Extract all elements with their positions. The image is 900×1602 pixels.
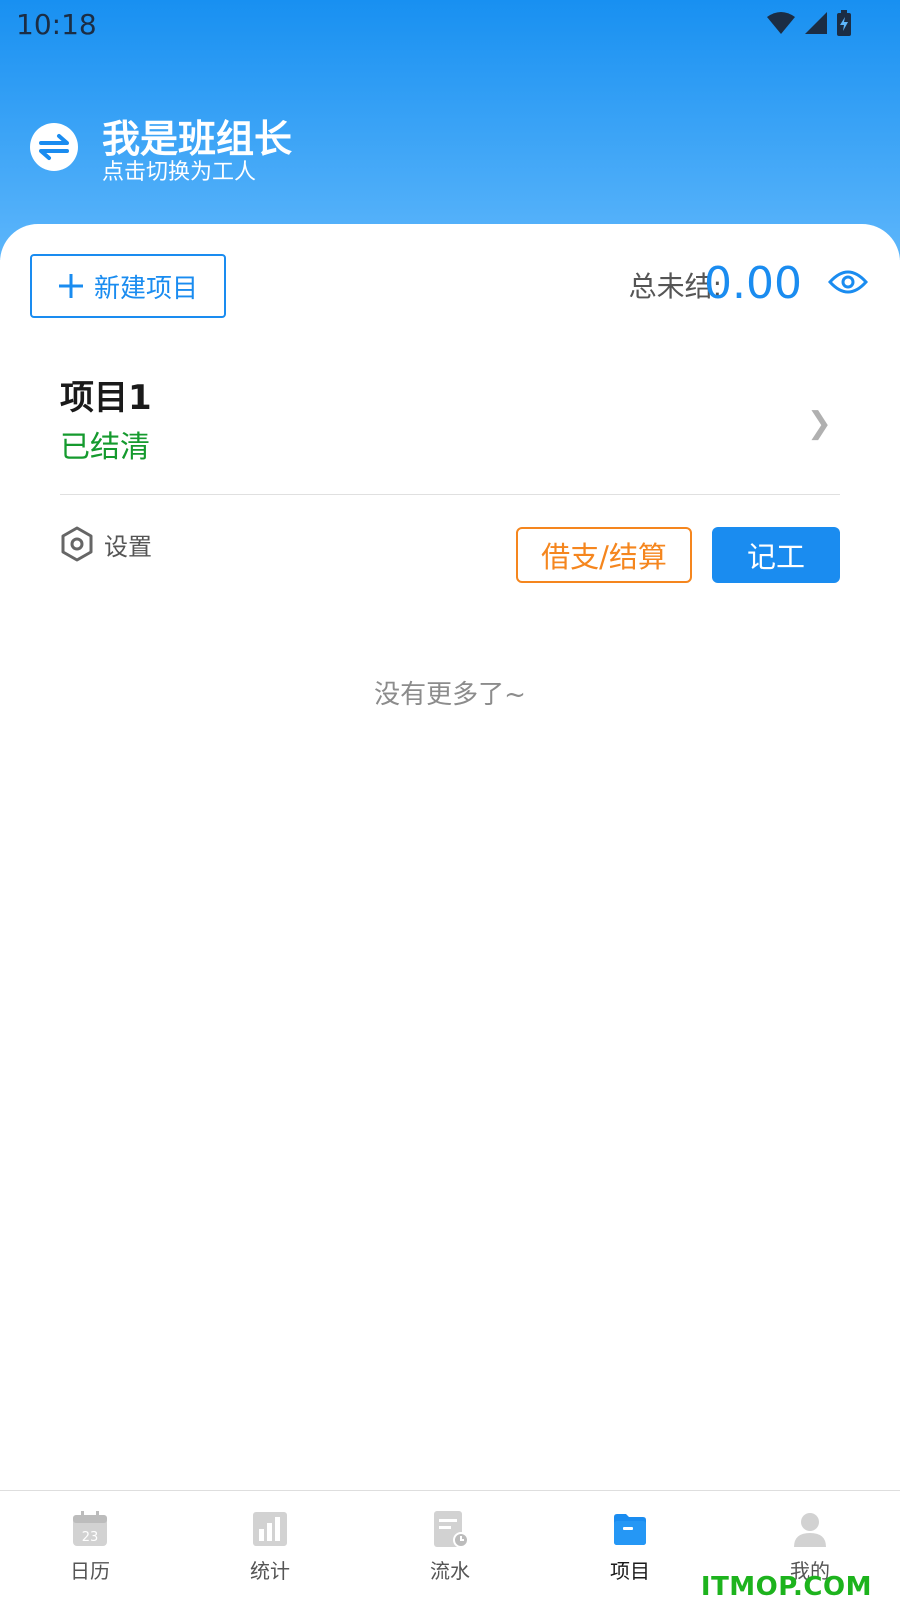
project-status: 已结清 <box>60 430 150 465</box>
total-unsettled-value: 0.00 <box>704 258 802 309</box>
divider <box>60 494 840 495</box>
toggle-visibility-button[interactable] <box>827 268 869 296</box>
swap-arrows-icon <box>39 134 69 160</box>
switch-role-button[interactable] <box>30 123 78 171</box>
record-work-button[interactable]: 记工 <box>712 527 840 583</box>
status-icons <box>766 10 852 36</box>
header-banner: 10:18 我是班组长 点击切换为工人 <box>0 0 900 260</box>
main-content: 新建项目 总未结: 0.00 项目1 已结清 ❯ 设置 借支/结算 记工 没有更… <box>0 224 900 1488</box>
chevron-right-icon: ❯ <box>806 406 832 441</box>
tab-calendar[interactable]: 23 日历 <box>0 1491 180 1601</box>
status-time: 10:18 <box>16 8 97 41</box>
tab-label: 项目 <box>610 1559 650 1583</box>
loan-settle-button[interactable]: 借支/结算 <box>516 527 692 583</box>
no-more-text: 没有更多了~ <box>374 680 526 710</box>
settings-button[interactable]: 设置 <box>60 526 152 562</box>
tab-stats[interactable]: 统计 <box>180 1491 360 1601</box>
tab-projects[interactable]: 项目 <box>540 1491 720 1601</box>
plus-icon <box>58 274 83 298</box>
tab-ledger[interactable]: 流水 <box>360 1491 540 1601</box>
ledger-icon <box>434 1511 469 1548</box>
wifi-icon <box>767 12 795 34</box>
role-switch-hint[interactable]: 点击切换为工人 <box>102 154 256 186</box>
project-name: 项目1 <box>60 378 152 418</box>
project-card[interactable]: 项目1 已结清 ❯ <box>60 352 840 492</box>
tab-label: 统计 <box>250 1559 290 1583</box>
settings-label: 设置 <box>104 532 152 561</box>
svg-text:23: 23 <box>82 1530 99 1545</box>
new-project-label: 新建项目 <box>93 273 198 304</box>
eye-icon <box>827 270 869 294</box>
user-icon <box>794 1513 826 1547</box>
settings-icon <box>61 526 93 562</box>
folder-icon <box>614 1514 646 1545</box>
watermark: ITMOP.COM <box>700 1572 872 1602</box>
calendar-icon: 23 <box>73 1511 107 1546</box>
signal-icon <box>805 12 827 34</box>
tab-label: 日历 <box>70 1559 110 1583</box>
battery-icon <box>837 10 851 36</box>
new-project-button[interactable]: 新建项目 <box>30 254 226 318</box>
bar-chart-icon <box>253 1512 287 1546</box>
tab-label: 流水 <box>430 1559 470 1583</box>
